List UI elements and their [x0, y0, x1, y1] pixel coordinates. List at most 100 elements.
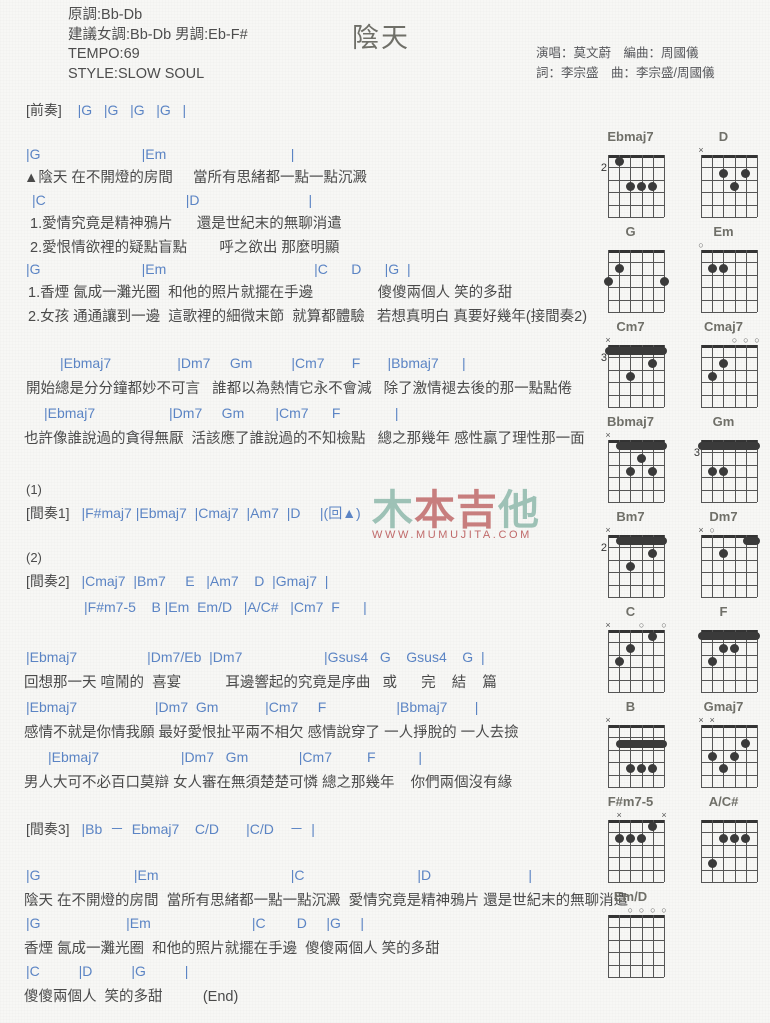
chord-open-mute-marks	[701, 430, 757, 440]
chord-finger-dot	[648, 181, 658, 191]
page-title: 陰天	[352, 23, 410, 53]
chord-diagram-gmaj7: Gmaj7 × ×	[677, 698, 770, 788]
chord-fretboard-grid	[608, 820, 665, 883]
lyric-line-2b: 2.愛恨情欲裡的疑點盲點 呼之欲出 那麼明顯	[30, 240, 340, 256]
chord-open-mute-marks	[701, 810, 757, 820]
interlude1-chords: |F#maj7 |Ebmaj7 |Cmaj7 |Am7 |D |(回▲)	[81, 505, 361, 521]
chord-fretboard-grid	[698, 440, 760, 503]
chord-barre	[698, 442, 760, 451]
open-string-icon: ○	[709, 525, 715, 535]
chord-finger-dot	[718, 834, 728, 844]
chord-open-mute-marks	[608, 240, 664, 250]
chord-finger-dot	[625, 834, 635, 844]
song-meta-block: 原調:Bb-Db 建議女調:Bb-Db 男調:Eb-F# TEMPO:69 ST…	[68, 6, 248, 84]
chord-diagram-name: Ebmaj7	[607, 129, 654, 144]
open-string-icon: ○	[698, 240, 704, 250]
chord-diagram-name: Cm7	[616, 319, 645, 334]
muted-string-icon: ×	[616, 810, 622, 820]
chord-open-mute-marks: × ○ ○	[605, 620, 667, 630]
chord-fretboard-grid	[701, 725, 758, 788]
lyric-line-2a: 1.愛情究竟是精神鴉片 還是世紀末的無聊消遣	[30, 216, 342, 232]
chord-open-mute-marks: ×	[605, 715, 664, 725]
chord-diagram-cmaj7: Cmaj7 ○ ○ ○	[677, 318, 770, 408]
chord-diagram-row: Bbmaj7 × Gm 3	[584, 413, 770, 508]
chord-line-3: |G |Em |C D |G |	[26, 261, 411, 277]
chord-line-10: |G |Em |C D |G |	[26, 915, 364, 931]
chord-fretboard-grid	[701, 820, 758, 883]
chord-diagram-name: B	[625, 699, 636, 714]
chord-diagram-a-c-: A/C#	[677, 793, 770, 883]
chord-open-mute-marks: × ×	[608, 810, 667, 820]
chord-open-mute-marks: ×	[605, 335, 664, 345]
chord-finger-dot	[648, 359, 658, 369]
chord-finger-dot	[614, 264, 624, 274]
chord-barre	[605, 347, 667, 356]
meta-original-key: 原調:Bb-Db	[68, 7, 143, 23]
chord-finger-dot	[718, 549, 728, 559]
lyric-line-3a: 1.香煙 氤成一灘光圈 和他的照片就擺在手邊 傻傻兩個人 笑的多甜	[28, 285, 513, 301]
chord-diagram-bm7: Bm7 × 2	[584, 508, 677, 598]
verse-mark-2: (2)	[26, 550, 42, 565]
chord-finger-dot	[718, 763, 728, 773]
chord-barre	[616, 739, 667, 748]
chord-fretboard-grid	[701, 250, 758, 313]
chord-finger-dot	[730, 181, 740, 191]
chord-fret-number: 2	[600, 542, 607, 554]
chord-diagram-row: Ebmaj7 2 D ×	[584, 128, 770, 223]
chord-fretboard-grid	[608, 725, 667, 788]
chord-finger-dot	[637, 834, 647, 844]
chord-fretboard-grid	[701, 345, 758, 408]
chord-finger-dot	[625, 371, 635, 381]
chord-fretboard-grid	[605, 345, 667, 408]
chord-open-mute-marks: ○ ○ ○ ○	[608, 905, 667, 915]
chord-diagram-name: F	[719, 604, 728, 619]
chord-diagram-name: C	[625, 604, 636, 619]
chord-finger-dot	[637, 763, 647, 773]
chord-finger-dot	[614, 656, 624, 666]
chord-fretboard-grid	[608, 535, 667, 598]
chord-finger-dot	[741, 169, 751, 179]
chord-finger-dot	[648, 763, 658, 773]
chord-line-7: |Ebmaj7 |Dm7 Gm |Cm7 F |Bbmaj7 |	[26, 699, 479, 715]
open-string-icon: ○	[661, 620, 667, 630]
chord-diagram-row: C × ○ ○ F	[584, 603, 770, 698]
chord-finger-dot	[730, 644, 740, 654]
chord-finger-dot	[718, 644, 728, 654]
open-string-icon: ○	[743, 335, 749, 345]
interlude2-chords: |Cmaj7 |Bm7 E |Am7 D |Gmaj7 |	[81, 573, 329, 589]
lyric-line-3b: 2.女孩 通通讓到一邊 這歌裡的細微末節 就算都體驗 若想真明白 真要好幾年(接…	[28, 309, 588, 325]
chord-fretboard-grid	[603, 250, 669, 313]
chord-sheet-page: 原調:Bb-Db 建議女調:Bb-Db 男調:Eb-F# TEMPO:69 ST…	[0, 0, 770, 1023]
chord-finger-dot	[648, 821, 658, 831]
chord-diagram-row: F#m7-5 × × A/C#	[584, 793, 770, 888]
muted-string-icon: ×	[709, 715, 715, 725]
chord-finger-dot	[707, 751, 717, 761]
chord-finger-dot	[614, 156, 624, 166]
chord-fretboard-grid	[701, 155, 758, 218]
lyric-line-1: ▲陰天 在不開燈的房間 當所有思緒都一點一點沉澱	[24, 170, 368, 186]
chord-finger-dot	[603, 276, 613, 286]
chord-open-mute-marks: × ×	[698, 715, 757, 725]
chord-diagram-dm7: Dm7 × ○	[677, 508, 770, 598]
chord-fretboard-grid	[698, 630, 760, 693]
chord-diagram-em: Em ○	[677, 223, 770, 313]
chord-barre	[742, 537, 760, 546]
chord-line-2: |C |D |	[32, 192, 313, 208]
chord-finger-dot	[741, 739, 751, 749]
credit-lyricist-composer: 詞：李宗盛 曲：李宗盛/周國儀	[536, 66, 715, 80]
chord-diagram-panel: Ebmaj7 2 D × G Em ○ Cm7 × 3 Cmaj7 ○ ○ ○ Bbmaj7 × Gm 3 Bm7 ×…	[584, 128, 770, 983]
chord-diagram-row: B × Gmaj7 × ×	[584, 698, 770, 793]
chord-diagram-d: D ×	[677, 128, 770, 218]
chord-line-6: |Ebmaj7 |Dm7/Eb |Dm7 |Gsus4 G Gsus4 G |	[26, 649, 485, 665]
meta-suggested-key: 建議女調:Bb-Db 男調:Eb-F#	[68, 26, 248, 43]
chord-open-mute-marks: ×	[605, 430, 664, 440]
section-label-interlude2: [間奏2] |Cmaj7 |Bm7 E |Am7 D |Gmaj7 |	[26, 573, 329, 589]
chord-diagram-bbmaj7: Bbmaj7 ×	[584, 413, 677, 503]
chord-open-mute-marks: ○ ○ ○	[701, 335, 760, 345]
chord-finger-dot	[707, 858, 717, 868]
chord-diagram-gm: Gm 3	[677, 413, 770, 503]
chord-finger-dot	[659, 276, 669, 286]
open-string-icon: ○	[731, 335, 738, 345]
chord-fret-number: 2	[600, 162, 607, 174]
meta-tempo: TEMPO:69	[68, 46, 140, 62]
